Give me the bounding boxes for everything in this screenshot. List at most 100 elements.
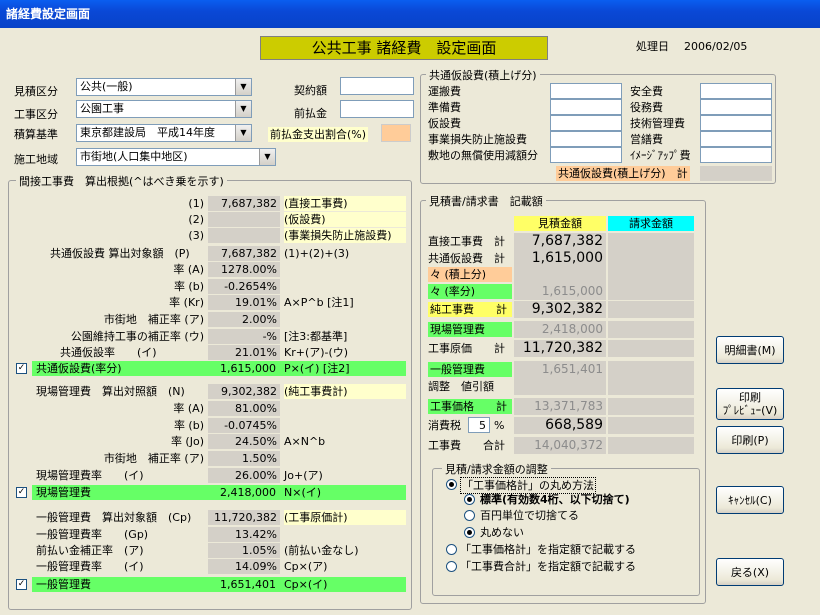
tsumiage-item-input[interactable] xyxy=(700,131,772,147)
kansetsu-row-label: 率 (b) xyxy=(173,280,204,293)
sekou-chiiki-select[interactable]: 市街地(人口集中地区) ▼ xyxy=(76,148,276,166)
kansetsu-row-label: 率 (A) xyxy=(173,263,204,276)
kansetsu-row-value: 19.01% xyxy=(208,295,280,310)
radio-hyakuen-label[interactable]: 百円単位で切捨てる xyxy=(480,508,579,523)
checkbox[interactable]: ✓ xyxy=(16,363,27,374)
kansetsu-row-label: 率 (Jo) xyxy=(170,435,204,448)
kansetsu-row-value: 21.01% xyxy=(208,345,280,360)
kansetsu-row-label: 市街地 補正率 (ア) xyxy=(103,313,204,326)
tsumiage-item-input[interactable] xyxy=(700,147,772,163)
kansetsu-row-value: 24.50% xyxy=(208,434,280,449)
cancel-button[interactable]: ｷｬﾝｾﾙ(C) xyxy=(716,486,784,514)
mitsumori-kubun-select[interactable]: 公共(一般) ▼ xyxy=(76,78,252,96)
mitsumori-row-label: 消費税 xyxy=(428,419,461,432)
kansetsu-total-note: N×(イ) xyxy=(284,486,322,499)
back-button[interactable]: 戻る(X) xyxy=(716,558,784,586)
radio-gokei-shitei[interactable] xyxy=(446,561,457,572)
kansetsu-row-note: A×P^b [注1] xyxy=(284,296,354,309)
mitsumorisho-title: 見積書/請求書 記載額 xyxy=(426,193,546,209)
mitsumori-row-label: 直接工事費 計 xyxy=(428,235,505,248)
kansetsu-row-label: (2) xyxy=(188,213,204,226)
chevron-down-icon[interactable]: ▼ xyxy=(235,101,251,117)
tsumiage-item-input[interactable] xyxy=(550,115,622,131)
kansetsu-row-label: 現場管理費率 (イ) xyxy=(36,469,144,482)
tsumiage-item-label: 営繕費 xyxy=(630,133,663,146)
seikyu-row-value xyxy=(608,437,694,454)
maebarai-ratio-label: 前払金支出割合(%) xyxy=(268,127,369,142)
kansetsu-row-label: 率 (b) xyxy=(173,419,204,432)
mitsumori-row-value: 7,687,382 xyxy=(514,233,606,250)
meisai-button[interactable]: 明細書(M) xyxy=(716,336,784,364)
chevron-down-icon[interactable]: ▼ xyxy=(235,125,251,141)
radio-standard[interactable] xyxy=(464,494,475,505)
keiyaku-gaku-input[interactable] xyxy=(340,77,414,95)
sekisan-kijun-select[interactable]: 東京都建設局 平成14年度 ▼ xyxy=(76,124,252,142)
seikyu-row-value xyxy=(608,361,694,378)
kansetsu-row-value: 26.00% xyxy=(208,468,280,483)
kansetsu-row-label: 市街地 補正率 (ア) xyxy=(103,452,204,465)
radio-marumenai[interactable] xyxy=(464,527,475,538)
koji-kubun-select[interactable]: 公園工事 ▼ xyxy=(76,100,252,118)
tsumiage-item-input[interactable] xyxy=(700,115,772,131)
kansetsu-row-value: -0.2654% xyxy=(208,279,280,294)
kansetsu-row-note: Kr+(ア)-(ウ) xyxy=(284,346,349,359)
kansetsu-total-label: 現場管理費 xyxy=(36,486,91,499)
maebarai-input[interactable] xyxy=(340,100,414,118)
kansetsu-row-label: 一般管理費 算出対象額 (Cp) xyxy=(36,511,192,524)
kansetsu-row-label: 現場管理費 算出対照額 (N) xyxy=(36,385,185,398)
mitsumori-row-value: 13,371,783 xyxy=(514,398,606,415)
radio-kakaku-shitei-label[interactable]: 「工事価格計」を指定額で記載する xyxy=(460,542,636,557)
kansetsu-row-value: 9,302,382 xyxy=(208,384,280,399)
keiyaku-gaku-label: 契約額 xyxy=(294,84,327,97)
tsumiage-item-label: 準備費 xyxy=(428,101,461,114)
radio-hyakuen[interactable] xyxy=(464,510,475,521)
sekisan-kijun-label: 積算基準 xyxy=(14,128,58,141)
seikyu-row-value xyxy=(608,266,694,283)
checkbox[interactable]: ✓ xyxy=(16,487,27,498)
kansetsu-row-value: 7,687,382 xyxy=(208,246,280,261)
tsumiage-item-input[interactable] xyxy=(550,99,622,115)
tsumiage-item-input[interactable] xyxy=(550,131,622,147)
mitsumori-row-label: 工事原価 計 xyxy=(428,342,505,355)
chevron-down-icon[interactable]: ▼ xyxy=(259,149,275,165)
meisai-button-label: 明細書(M) xyxy=(724,343,776,357)
tax-rate-input[interactable]: 5 xyxy=(468,417,490,433)
mitsumori-row-label: 々 (率分) xyxy=(428,284,512,299)
radio-gokei-shitei-label[interactable]: 「工事費合計」を指定額で記載する xyxy=(460,559,636,574)
col-seikyu-header: 請求金額 xyxy=(608,216,694,231)
tsumiage-item-input[interactable] xyxy=(550,147,622,163)
tsumiage-item-label: 事業損失防止施設費 xyxy=(428,133,527,146)
mitsumori-kubun-value: 公共(一般) xyxy=(80,80,133,93)
kansetsu-row-value: -% xyxy=(208,329,280,344)
page-title-text: 公共工事 諸経費 設定画面 xyxy=(311,39,497,57)
date-value: 2006/02/05 xyxy=(684,40,748,53)
maebarai-label: 前払金 xyxy=(294,107,327,120)
mitsumori-row-value: 1,615,000 xyxy=(514,283,606,300)
radio-rounding[interactable] xyxy=(446,479,457,490)
print-preview-button[interactable]: 印刷 ﾌﾟﾚﾋﾞｭｰ(V) xyxy=(716,388,784,420)
mitsumori-row-value xyxy=(514,378,606,395)
radio-kakaku-shitei[interactable] xyxy=(446,544,457,555)
sekou-chiiki-value: 市街地(人口集中地区) xyxy=(80,150,188,163)
tsumiage-item-input[interactable] xyxy=(550,83,622,99)
mitsumori-row-label: 工事価格 計 xyxy=(428,399,512,414)
tsumiage-item-label: 仮設費 xyxy=(428,117,461,130)
col-mitsumori-header: 見積金額 xyxy=(514,216,606,231)
tsumiage-item-input[interactable] xyxy=(700,83,772,99)
tsumiage-item-label: 安全費 xyxy=(630,85,663,98)
print-preview-label-2: ﾌﾟﾚﾋﾞｭｰ(V) xyxy=(722,404,778,417)
kansetsu-row-label: (3) xyxy=(188,229,204,242)
print-button[interactable]: 印刷(P) xyxy=(716,426,784,454)
kansetsu-row-value xyxy=(208,228,280,243)
kansetsu-row-note: (純工事費計) xyxy=(284,384,406,399)
radio-marumenai-label[interactable]: 丸めない xyxy=(480,525,524,540)
checkbox[interactable]: ✓ xyxy=(16,579,27,590)
radio-standard-label[interactable]: 標準(有効数4桁、以下切捨て) xyxy=(480,492,630,507)
kansetsu-row-value: 2.00% xyxy=(208,312,280,327)
maebarai-ratio-input[interactable] xyxy=(381,124,411,142)
seikyu-row-value xyxy=(608,250,694,267)
tsumiage-item-input[interactable] xyxy=(700,99,772,115)
chevron-down-icon[interactable]: ▼ xyxy=(235,79,251,95)
kansetsu-row-note: (1)+(2)+(3) xyxy=(284,247,350,260)
tsumiage-item-label: 運搬費 xyxy=(428,85,461,98)
